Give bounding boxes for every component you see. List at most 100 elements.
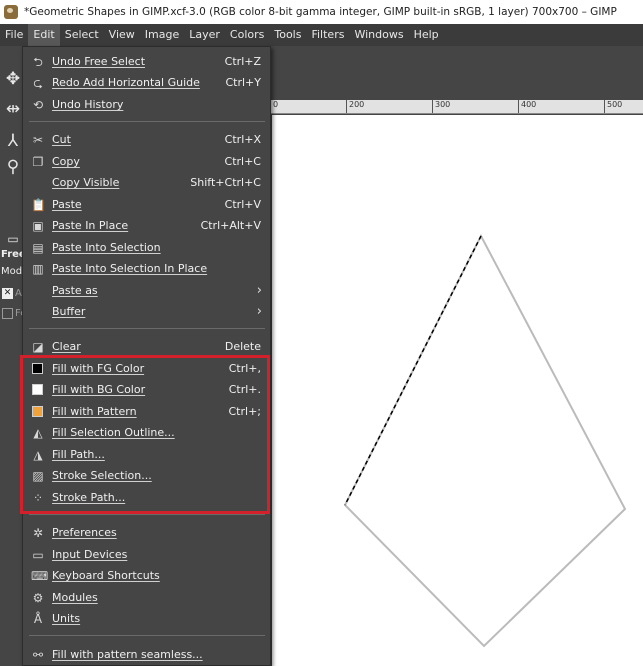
menu-item-clear[interactable]: ◪ Clear Delete: [23, 336, 270, 357]
ruler-tick: 0: [270, 100, 278, 113]
bucket-fill-path-icon: ◮: [33, 447, 43, 462]
scissors-icon: ✂: [32, 132, 44, 147]
antialias-checkbox[interactable]: ✕: [2, 288, 13, 299]
menu-item-fill-pattern[interactable]: Fill with Pattern Ctrl+;: [23, 401, 270, 422]
paths-tool-icon[interactable]: ⅄: [2, 130, 24, 152]
pattern-swatch-icon: [32, 405, 43, 417]
menu-help[interactable]: Help: [409, 24, 444, 46]
menu-item-paste-into-selection[interactable]: ▤ Paste Into Selection: [23, 237, 270, 258]
menu-item-label: Preferences: [52, 526, 117, 539]
keyboard-icon: ⌨: [31, 568, 49, 583]
menu-image[interactable]: Image: [140, 24, 184, 46]
units-icon: Å: [33, 611, 43, 626]
menu-colors[interactable]: Colors: [225, 24, 269, 46]
menu-item-accel: Ctrl+.: [228, 383, 261, 396]
menu-separator: [29, 328, 265, 329]
horizontal-ruler: 0 200 300 400 500: [270, 100, 643, 114]
menu-item-accel: Shift+Ctrl+C: [190, 176, 261, 189]
menu-select[interactable]: Select: [60, 24, 104, 46]
gimp-logo-icon: [4, 5, 18, 19]
redo-icon: ⮎: [33, 75, 43, 90]
menu-item-stroke-selection[interactable]: ▨ Stroke Selection...: [23, 465, 270, 486]
move-tool-icon[interactable]: ✥: [2, 68, 24, 90]
menu-item-label: Input Devices: [52, 548, 128, 561]
menu-item-accel: Delete: [224, 340, 261, 353]
menu-tools[interactable]: Tools: [269, 24, 306, 46]
bucket-fill-icon: ◭: [33, 425, 43, 440]
menu-item-preferences[interactable]: ✲ Preferences: [23, 522, 270, 543]
menu-item-label: Fill with BG Color: [52, 383, 146, 396]
window-title: *Geometric Shapes in GIMP.xcf-3.0 (RGB c…: [24, 6, 617, 18]
menu-item-paste-as[interactable]: Paste as ›: [23, 280, 270, 301]
menu-item-label: Modules: [52, 591, 98, 604]
menu-item-units[interactable]: Å Units: [23, 608, 270, 629]
eraser-icon: ◪: [32, 339, 44, 354]
image-canvas[interactable]: [272, 115, 643, 666]
zoom-tool-icon[interactable]: ⚲: [2, 156, 24, 178]
menu-item-fill-fg[interactable]: Fill with FG Color Ctrl+,: [23, 358, 270, 379]
feather-checkbox[interactable]: [2, 308, 13, 319]
menu-separator: [29, 121, 265, 122]
menu-item-undo-history[interactable]: ⟲ Undo History: [23, 94, 270, 115]
menu-item-label: Copy: [52, 155, 80, 168]
menu-item-redo[interactable]: ⮎ Redo Add Horizontal Guide Ctrl+Y: [23, 72, 270, 93]
menu-item-input-devices[interactable]: ▭ Input Devices: [23, 544, 270, 565]
menu-item-fill-bg[interactable]: Fill with BG Color Ctrl+.: [23, 379, 270, 400]
menu-item-fill-pattern-seamless[interactable]: ⚯ Fill with pattern seamless...: [23, 644, 270, 665]
menu-item-accel: Ctrl+Z: [224, 55, 261, 68]
menu-item-copy[interactable]: ❐ Copy Ctrl+C: [23, 151, 270, 172]
stroke-path-icon: ⁘: [32, 490, 44, 505]
menu-item-accel: Ctrl+C: [224, 155, 261, 168]
menu-item-paste[interactable]: 📋 Paste Ctrl+V: [23, 194, 270, 215]
menu-item-paste-into-selection-in-place[interactable]: ▥ Paste Into Selection In Place: [23, 258, 270, 279]
window-title-bar: *Geometric Shapes in GIMP.xcf-3.0 (RGB c…: [0, 0, 643, 24]
menubar: File Edit Select View Image Layer Colors…: [0, 24, 643, 46]
menu-item-accel: Ctrl+Y: [225, 76, 261, 89]
menu-item-label: Fill Path...: [52, 448, 105, 461]
kite-shape: [343, 233, 627, 648]
antialias-label: A: [15, 288, 22, 299]
menu-item-fill-path[interactable]: ◮ Fill Path...: [23, 444, 270, 465]
paste-into-selection-in-place-icon: ▥: [32, 261, 44, 276]
menu-view[interactable]: View: [104, 24, 140, 46]
menu-item-accel: Ctrl+;: [228, 405, 262, 418]
ruler-tick: 200: [346, 100, 364, 113]
menu-item-label: Fill with FG Color: [52, 362, 145, 375]
menu-item-label: Fill with Pattern: [52, 405, 137, 418]
menu-windows[interactable]: Windows: [349, 24, 408, 46]
menu-item-undo[interactable]: ⮌ Undo Free Select Ctrl+Z: [23, 51, 270, 72]
menu-item-label: Clear: [52, 340, 81, 353]
menu-separator: [29, 635, 265, 636]
menu-item-fill-selection-outline[interactable]: ◭ Fill Selection Outline...: [23, 422, 270, 443]
menu-item-label: Buffer: [52, 305, 86, 318]
menu-filters[interactable]: Filters: [306, 24, 349, 46]
menu-item-label: Cut: [52, 133, 71, 146]
menu-item-label: Copy Visible: [52, 176, 120, 189]
input-devices-icon: ▭: [32, 547, 44, 562]
menu-item-buffer[interactable]: Buffer ›: [23, 301, 270, 322]
menu-edit[interactable]: Edit: [28, 24, 60, 46]
copy-icon: ❐: [32, 154, 44, 169]
edit-menu-dropdown: ⮌ Undo Free Select Ctrl+Z ⮎ Redo Add Hor…: [22, 46, 271, 666]
undo-icon: ⮌: [33, 54, 43, 69]
tool-options-tab-icon[interactable]: ▭: [2, 228, 24, 250]
menu-item-label: Keyboard Shortcuts: [52, 569, 160, 582]
menu-item-keyboard-shortcuts[interactable]: ⌨ Keyboard Shortcuts: [23, 565, 270, 586]
preferences-icon: ✲: [32, 525, 44, 540]
menu-item-stroke-path[interactable]: ⁘ Stroke Path...: [23, 487, 270, 508]
menu-item-accel: Ctrl+,: [228, 362, 261, 375]
menu-file[interactable]: File: [0, 24, 28, 46]
stroke-selection-icon: ▨: [32, 468, 44, 483]
ruler-tick: 300: [432, 100, 450, 113]
menu-item-modules[interactable]: ⚙ Modules: [23, 587, 270, 608]
menu-item-label: Units: [52, 612, 81, 625]
align-tool-icon[interactable]: ⇹: [2, 98, 24, 120]
menu-item-paste-in-place[interactable]: ▣ Paste In Place Ctrl+Alt+V: [23, 215, 270, 236]
submenu-arrow-icon: ›: [256, 304, 262, 319]
menu-item-copy-visible[interactable]: Copy Visible Shift+Ctrl+C: [23, 172, 270, 193]
menu-item-label: Paste: [52, 198, 82, 211]
menu-item-label: Fill Selection Outline...: [52, 426, 175, 439]
menu-item-cut[interactable]: ✂ Cut Ctrl+X: [23, 129, 270, 150]
menu-item-label: Stroke Selection...: [52, 469, 152, 482]
menu-layer[interactable]: Layer: [184, 24, 225, 46]
